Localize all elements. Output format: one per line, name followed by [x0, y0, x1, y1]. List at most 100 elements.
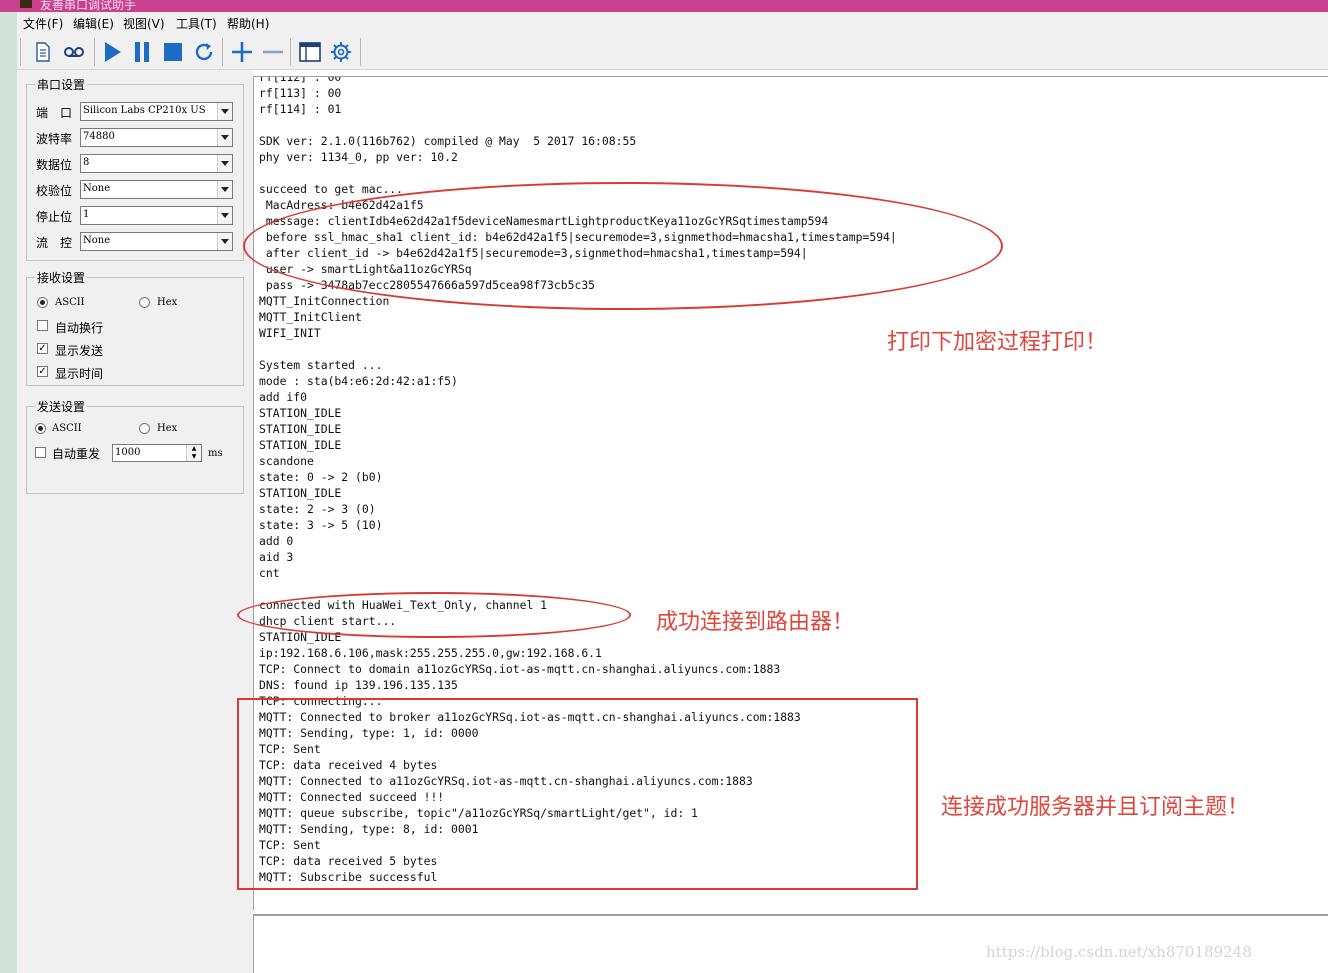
log-line: rf[112] : 00: [259, 76, 342, 84]
menu-bar: 文件(F) 编辑(E) 视图(V) 工具(T) 帮助(H): [17, 12, 1328, 34]
new-file-icon[interactable]: [30, 39, 56, 65]
data-bits-value: 8: [83, 157, 90, 168]
receive-ascii-label: ASCII: [55, 297, 85, 308]
receive-ascii-radio[interactable]: [37, 297, 48, 308]
send-ascii-radio[interactable]: [35, 423, 46, 434]
log-line: state: 0 -> 2 (b0): [259, 470, 383, 484]
toolbar-separator: [360, 38, 361, 66]
group-title: 发送设置: [35, 398, 88, 415]
resend-interval-input[interactable]: 1000 ▲ ▼: [112, 444, 202, 462]
baud-rate-select[interactable]: 74880: [80, 128, 233, 147]
window-titlebar: 友善串口调试助手: [0, 0, 1328, 12]
menu-tools[interactable]: 工具(T): [176, 15, 217, 32]
auto-resend-checkbox[interactable]: [35, 447, 46, 458]
watermark: https://blog.csdn.net/xh870189248: [986, 943, 1252, 961]
log-line: STATION_IDLE: [259, 486, 342, 500]
toolbar-separator: [290, 38, 291, 66]
stop-bits-value: 1: [83, 209, 90, 220]
minus-icon[interactable]: [260, 39, 286, 65]
port-value: Silicon Labs CP210x US: [83, 105, 206, 116]
log-line: WIFI_INIT: [259, 326, 321, 340]
spinner-arrows-icon[interactable]: ▲ ▼: [186, 445, 201, 461]
chevron-down-icon[interactable]: [217, 181, 232, 198]
auto-wrap-checkbox[interactable]: [37, 320, 48, 331]
send-hex-label: Hex: [157, 423, 178, 434]
chevron-down-icon[interactable]: [217, 207, 232, 224]
show-time-label: 显示时间: [55, 367, 104, 381]
log-line: System started ...: [259, 358, 383, 372]
log-line: state: 2 -> 3 (0): [259, 502, 376, 516]
toolbar-separator: [94, 38, 95, 66]
log-line: MQTT_InitConnection: [259, 294, 390, 308]
data-bits-select[interactable]: 8: [80, 154, 233, 173]
group-title: 接收设置: [35, 269, 88, 286]
parity-label: 校验位: [36, 184, 73, 198]
encryption-highlight-ellipse: [243, 182, 1003, 310]
toolbar-separator: [222, 38, 223, 66]
log-line: cnt: [259, 566, 280, 580]
app-icon: [20, 0, 32, 8]
annotation-encryption: 打印下加密过程打印！: [887, 330, 1108, 355]
send-hex-radio[interactable]: [139, 423, 150, 434]
log-line: add if0: [259, 390, 308, 404]
toolbar-separator: [20, 38, 21, 66]
log-line: rf[114] : 01: [259, 102, 342, 116]
send-settings-group: 发送设置 ASCII Hex 自动重发 1000 ▲ ▼ ms: [26, 398, 244, 494]
menu-file[interactable]: 文件(F): [23, 15, 63, 32]
resend-interval-value: 1000: [115, 447, 141, 458]
log-line: STATION_IDLE: [259, 438, 342, 452]
refresh-icon[interactable]: [191, 39, 217, 65]
gear-icon[interactable]: [328, 39, 354, 65]
flow-control-label: 流 控: [36, 236, 73, 250]
log-line: state: 3 -> 5 (10): [259, 518, 383, 532]
window-title: 友善串口调试助手: [40, 0, 137, 12]
parity-select[interactable]: None: [80, 180, 233, 199]
receive-hex-radio[interactable]: [139, 297, 150, 308]
chevron-down-icon[interactable]: [217, 129, 232, 146]
stop-icon[interactable]: [160, 39, 186, 65]
chevron-down-icon[interactable]: [217, 103, 232, 120]
chevron-down-icon[interactable]: [217, 233, 232, 250]
stop-bits-select[interactable]: 1: [80, 206, 233, 225]
chevron-down-icon[interactable]: [217, 155, 232, 172]
log-line: SDK ver: 2.1.0(116b762) compiled @ May 5…: [259, 134, 637, 148]
server-highlight-rect: [237, 698, 918, 890]
annotation-server: 连接成功服务器并且订阅主题！: [941, 795, 1250, 820]
log-line: scandone: [259, 454, 314, 468]
log-line: MQTT_InitClient: [259, 310, 362, 324]
receive-settings-group: 接收设置 ASCII Hex 自动换行 ✓ 显示发送 ✓ 显示时间: [26, 269, 244, 386]
log-line: DNS: found ip 139.196.135.135: [259, 678, 458, 692]
menu-help[interactable]: 帮助(H): [227, 15, 269, 32]
show-time-checkbox[interactable]: ✓: [37, 366, 48, 377]
parity-value: None: [83, 183, 111, 194]
receive-hex-label: Hex: [157, 297, 178, 308]
log-line: rf[113] : 00: [259, 86, 342, 100]
port-select[interactable]: Silicon Labs CP210x US: [80, 102, 233, 121]
record-icon[interactable]: [61, 39, 87, 65]
pause-icon[interactable]: [129, 39, 155, 65]
play-icon[interactable]: [99, 39, 125, 65]
desktop-edge: [0, 0, 17, 973]
port-label: 端 口: [36, 106, 73, 120]
auto-resend-label: 自动重发: [52, 447, 101, 461]
log-line: phy ver: 1134_0, pp ver: 10.2: [259, 150, 458, 164]
menu-view[interactable]: 视图(V): [123, 15, 165, 32]
toolbar: [17, 34, 1328, 70]
show-sent-checkbox[interactable]: ✓: [37, 343, 48, 354]
plus-icon[interactable]: [229, 39, 255, 65]
menu-edit[interactable]: 编辑(E): [73, 15, 114, 32]
log-line: STATION_IDLE: [259, 422, 342, 436]
group-title: 串口设置: [35, 76, 88, 93]
data-bits-label: 数据位: [36, 158, 73, 172]
send-ascii-label: ASCII: [52, 423, 82, 434]
log-line: STATION_IDLE: [259, 406, 342, 420]
log-line: add 0: [259, 534, 294, 548]
stop-bits-label: 停止位: [36, 210, 73, 224]
log-line: succeed to get mac...: [259, 182, 404, 196]
window-icon[interactable]: [297, 39, 323, 65]
flow-control-value: None: [83, 235, 111, 246]
log-line: TCP: Connect to domain a11ozGcYRSq.iot-a…: [259, 662, 781, 676]
auto-wrap-label: 自动换行: [55, 321, 104, 335]
flow-control-select[interactable]: None: [80, 232, 233, 251]
show-sent-label: 显示发送: [55, 344, 104, 358]
